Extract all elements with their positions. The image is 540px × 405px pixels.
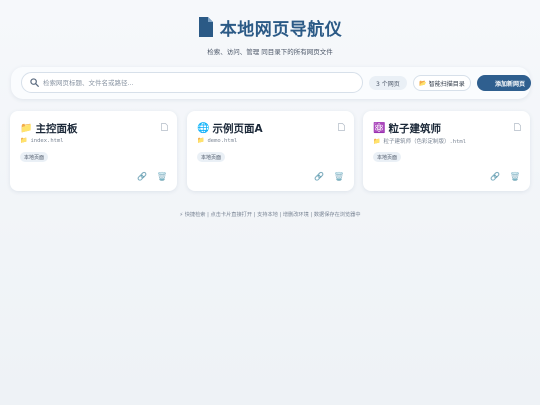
scan-directory-button[interactable]: 📂 智能扫描目录: [413, 75, 471, 91]
card-tag: 本地页面: [20, 152, 49, 162]
title-row: 本地网页导航仪: [0, 14, 540, 40]
card-file: 📁 粒子建筑师（色彩定制版）.html: [373, 137, 467, 146]
card-actions: 🔗 🗑️: [137, 172, 167, 181]
page-icon: [161, 123, 168, 131]
link-icon[interactable]: 🔗: [314, 172, 324, 181]
atom-icon: ⚛️: [373, 122, 386, 134]
trash-icon[interactable]: 🗑️: [334, 172, 344, 181]
card-title: 📁 主控面板: [20, 121, 77, 136]
card-name: 示例页面A: [212, 123, 263, 135]
link-icon[interactable]: 🔗: [490, 172, 500, 181]
search-input[interactable]: [43, 78, 343, 87]
card-file: 📁 index.html: [20, 137, 64, 144]
page-icon: [338, 123, 345, 131]
page-icon: [514, 123, 521, 131]
card-name: 主控面板: [35, 123, 78, 135]
page-title: 本地网页导航仪: [219, 19, 343, 40]
page-count-badge: 3 个网页: [369, 76, 407, 90]
globe-icon: 🌐: [197, 122, 210, 134]
footer-note: ⚡ 快捷检索 | 点击卡片直接打开 | 支持本地 | 增删改环境 | 数据保存在…: [179, 212, 361, 218]
add-page-label: 添加新网页: [494, 80, 525, 88]
trash-icon[interactable]: 🗑️: [510, 172, 520, 181]
folder-small-icon: 📁: [20, 137, 28, 144]
page-card-2[interactable]: 🌐 示例页面A 📁 demo.html 本地页面 🔗 🗑️: [187, 111, 354, 191]
document-icon: [198, 17, 213, 37]
search-icon: [30, 78, 39, 87]
card-title: ⚛️ 粒子建筑师: [373, 121, 441, 136]
link-icon[interactable]: 🔗: [137, 172, 147, 181]
card-filename: 粒子建筑师（色彩定制版）.html: [383, 139, 467, 145]
card-title: 🌐 示例页面A: [197, 121, 263, 136]
search-box[interactable]: [21, 72, 363, 93]
card-filename: demo.html: [207, 137, 238, 144]
header: 本地网页导航仪 检索、访问、管理 同目录下的所有网页文件: [0, 14, 540, 56]
page-subtitle: 检索、访问、管理 同目录下的所有网页文件: [207, 48, 333, 56]
card-tag: 本地页面: [373, 152, 402, 162]
card-name: 粒子建筑师: [388, 123, 441, 135]
folder-open-icon: 📂: [419, 79, 427, 87]
scan-directory-label: 智能扫描目录: [428, 80, 465, 88]
card-file: 📁 demo.html: [197, 137, 237, 144]
folder-small-icon: 📁: [197, 137, 205, 144]
card-actions: 🔗 🗑️: [314, 172, 344, 181]
card-filename: index.html: [30, 137, 64, 144]
toolbar: 3 个网页 📂 智能扫描目录 添加新网页: [11, 67, 531, 99]
page-card-1[interactable]: 📁 主控面板 📁 index.html 本地页面 🔗 🗑️: [10, 111, 177, 191]
card-actions: 🔗 🗑️: [490, 172, 520, 181]
add-page-button[interactable]: 添加新网页: [477, 75, 531, 91]
trash-icon[interactable]: 🗑️: [157, 172, 167, 181]
card-tag: 本地页面: [197, 152, 226, 162]
page-card-3[interactable]: ⚛️ 粒子建筑师 📁 粒子建筑师（色彩定制版）.html 本地页面 🔗 🗑️: [363, 111, 530, 191]
folder-icon: 📁: [20, 122, 33, 134]
folder-small-icon: 📁: [373, 137, 381, 145]
